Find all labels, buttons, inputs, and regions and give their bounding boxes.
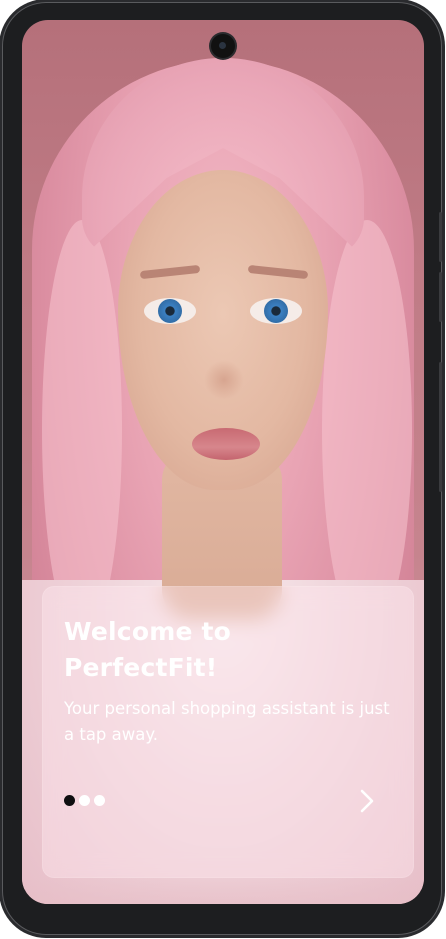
next-button[interactable] xyxy=(352,786,382,816)
page-dot[interactable] xyxy=(94,795,105,806)
volume-down-button xyxy=(439,272,442,322)
onboarding-title: Welcome to PerfectFit! xyxy=(64,617,232,682)
page-dot[interactable] xyxy=(79,795,90,806)
onboarding-subtitle: Your personal shopping assistant is just… xyxy=(64,699,390,744)
onboarding-card: Welcome to PerfectFit! Your personal sho… xyxy=(42,586,414,878)
device-frame: Welcome to PerfectFit! Your personal sho… xyxy=(2,2,442,935)
portrait-nose xyxy=(204,360,244,400)
front-camera xyxy=(211,34,235,58)
portrait-lips xyxy=(192,428,260,460)
page-indicator xyxy=(64,795,105,806)
chevron-right-icon xyxy=(360,789,374,813)
page-dot-active[interactable] xyxy=(64,795,75,806)
bottom-edge xyxy=(22,878,424,904)
portrait-right-eye xyxy=(250,298,302,324)
portrait-hair-strand-left xyxy=(42,220,122,640)
portrait-left-eye xyxy=(144,298,196,324)
power-button xyxy=(439,362,442,492)
onboarding-screen: Welcome to PerfectFit! Your personal sho… xyxy=(22,20,424,904)
portrait-hair-strand-right xyxy=(322,220,412,640)
volume-up-button xyxy=(439,212,442,262)
